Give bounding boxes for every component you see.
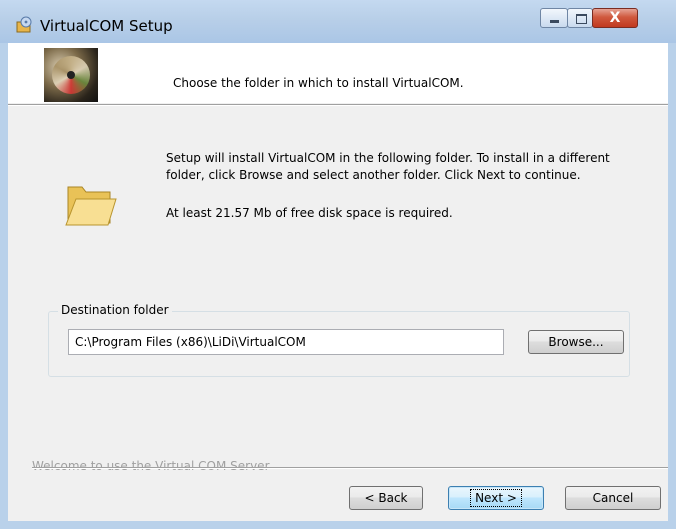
install-info-text: Setup will install VirtualCOM in the fol…	[166, 151, 610, 182]
installer-icon	[16, 16, 32, 33]
maximize-icon[interactable]	[567, 8, 593, 28]
next-button-label: Next >	[470, 489, 522, 507]
disk-space-text: At least 21.57 Mb of free disk space is …	[166, 206, 453, 220]
destination-label: Destination folder	[58, 303, 172, 317]
disc-image	[44, 48, 98, 102]
client-area: Choose the folder in which to install Vi…	[8, 43, 668, 521]
destination-path-input[interactable]	[68, 329, 504, 355]
branding-text: Welcome to use the Virtual COM Server	[32, 459, 274, 473]
next-button[interactable]: Next >	[448, 486, 544, 510]
window-title: VirtualCOM Setup	[40, 17, 173, 35]
header-divider	[8, 104, 668, 106]
disc-hole	[67, 71, 75, 79]
footer-divider	[32, 467, 668, 469]
header-panel: Choose the folder in which to install Vi…	[8, 43, 668, 103]
folder-icon	[65, 186, 117, 226]
close-glyph: X	[609, 10, 621, 26]
minimize-icon[interactable]	[540, 8, 568, 28]
browse-button[interactable]: Browse...	[528, 330, 624, 354]
header-text: Choose the folder in which to install Vi…	[173, 76, 464, 90]
back-button[interactable]: < Back	[349, 486, 423, 510]
close-icon[interactable]: X	[592, 8, 638, 28]
title-bar[interactable]: VirtualCOM Setup X	[0, 0, 676, 43]
setup-window: VirtualCOM Setup X Choose the folder in …	[0, 0, 676, 529]
cancel-button[interactable]: Cancel	[565, 486, 661, 510]
